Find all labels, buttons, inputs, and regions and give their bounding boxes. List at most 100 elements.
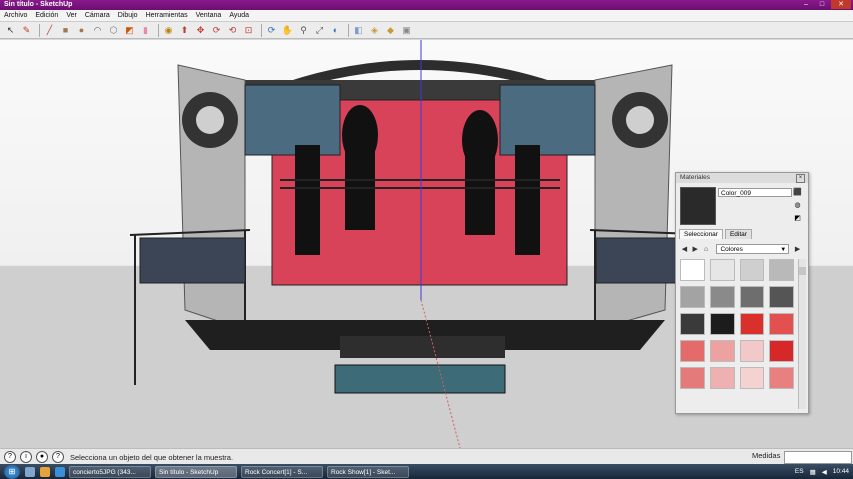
sample-paint-icon[interactable]: ◩ xyxy=(793,214,802,223)
maximize-button[interactable]: □ xyxy=(815,0,829,9)
material-swatch[interactable] xyxy=(739,286,765,308)
start-button[interactable]: ⊞ xyxy=(4,464,20,479)
rotate-tool-icon[interactable]: ⟳ xyxy=(210,24,223,37)
paint-bucket-tool-icon[interactable]: ◩ xyxy=(123,24,136,37)
home-icon[interactable]: ⌂ xyxy=(702,245,711,254)
zoom-tool-icon[interactable]: ⚲ xyxy=(297,24,310,37)
forward-icon[interactable]: ▶ xyxy=(691,245,700,254)
taskbar-item-2[interactable]: Rock Concert[1] - S... xyxy=(241,465,323,478)
material-swatch[interactable] xyxy=(769,259,794,281)
tab-editar[interactable]: Editar xyxy=(724,229,752,239)
material-swatch[interactable] xyxy=(769,313,794,335)
menu-dibujo[interactable]: Dibujo xyxy=(114,12,142,19)
layout-tool-icon[interactable]: ▣ xyxy=(400,24,413,37)
material-swatch[interactable] xyxy=(739,340,765,362)
status-message: Selecciona un objeto del que obtener la … xyxy=(70,452,234,462)
create-material-icon[interactable]: ⬛ xyxy=(793,188,802,197)
toolbar-separator xyxy=(348,23,349,37)
material-swatch[interactable] xyxy=(680,286,705,308)
material-swatch[interactable] xyxy=(709,313,735,335)
minimize-button[interactable]: – xyxy=(799,0,813,9)
left-side-screen xyxy=(139,237,246,284)
material-swatch[interactable] xyxy=(769,286,794,308)
tape-measure-tool-icon[interactable]: ◉ xyxy=(162,24,175,37)
menu-herramientas[interactable]: Herramientas xyxy=(142,12,192,19)
quicklaunch-explorer-icon[interactable] xyxy=(25,466,35,477)
measures-label: Medidas xyxy=(752,451,781,460)
material-swatch[interactable] xyxy=(709,340,735,362)
material-swatch[interactable] xyxy=(680,340,705,362)
line-tool-icon[interactable]: ╱ xyxy=(43,24,56,37)
rectangle-tool-icon[interactable]: ■ xyxy=(59,24,72,37)
select-tool-icon[interactable]: ↖ xyxy=(4,24,17,37)
scrollbar-thumb[interactable] xyxy=(799,267,806,275)
network-icon[interactable]: ▦ xyxy=(810,468,816,476)
material-swatch[interactable] xyxy=(739,259,765,281)
material-swatch[interactable] xyxy=(769,367,794,389)
quicklaunch-browser-icon[interactable] xyxy=(55,466,65,477)
push-pull-tool-icon[interactable]: ⬆ xyxy=(178,24,191,37)
quicklaunch-media-icon[interactable] xyxy=(40,466,50,477)
eraser-block-tool-icon[interactable]: ▮ xyxy=(139,24,152,37)
main-toolbar: ↖ ✎ ╱ ■ ● ◠ ⬡ ◩ ▮ ◉ ⬆ ✥ ⟳ ⟲ ⊡ ⟳ ✋ ⚲ ⤢ ◐ ◧ ◈ ◆ ▣ xyxy=(0,22,853,39)
menu-archivo[interactable]: Archivo xyxy=(0,12,31,19)
stage-riser xyxy=(340,336,505,358)
materials-title-label: Materiales xyxy=(680,174,710,181)
collection-select-value: Colores xyxy=(720,246,743,253)
taskbar-item-3[interactable]: Rock Show[1] - Sket... xyxy=(327,465,409,478)
tab-seleccionar[interactable]: Seleccionar xyxy=(679,229,723,239)
toolbar-separator xyxy=(39,23,40,37)
material-side-icons: ⬛ ◍ ◩ xyxy=(793,188,804,227)
menu-edicion[interactable]: Edición xyxy=(31,12,62,19)
measures-input[interactable] xyxy=(784,451,852,464)
menu-ventana[interactable]: Ventana xyxy=(192,12,226,19)
move-tool-icon[interactable]: ✥ xyxy=(194,24,207,37)
material-swatch[interactable] xyxy=(680,313,705,335)
user-icon[interactable]: ● xyxy=(36,451,48,463)
taskbar-item-0[interactable]: concierto5JPG (343... xyxy=(69,465,151,478)
credits-icon[interactable]: i xyxy=(20,451,32,463)
polygon-tool-icon[interactable]: ⬡ xyxy=(107,24,120,37)
menu-ayuda[interactable]: Ayuda xyxy=(225,12,253,19)
material-swatch[interactable] xyxy=(709,286,735,308)
menu-ver[interactable]: Ver xyxy=(62,12,81,19)
pan-tool-icon[interactable]: ✋ xyxy=(281,24,294,37)
circle-tool-icon[interactable]: ● xyxy=(75,24,88,37)
eraser-tool-icon[interactable]: ✎ xyxy=(20,24,33,37)
arc-tool-icon[interactable]: ◠ xyxy=(91,24,104,37)
follow-me-tool-icon[interactable]: ⟲ xyxy=(226,24,239,37)
default-material-icon[interactable]: ◍ xyxy=(793,201,802,210)
volume-icon[interactable]: ◀ xyxy=(822,468,827,476)
collection-select[interactable]: Colores ▼ xyxy=(716,244,790,254)
share-tool-icon[interactable]: ◆ xyxy=(384,24,397,37)
warehouse-tool-icon[interactable]: ◧ xyxy=(352,24,365,37)
swatch-scrollbar[interactable] xyxy=(798,259,806,409)
back-icon[interactable]: ◀ xyxy=(680,245,689,254)
material-swatch[interactable] xyxy=(739,367,765,389)
clock[interactable]: 10:44 xyxy=(833,468,849,475)
material-swatch[interactable] xyxy=(680,259,705,281)
previous-view-tool-icon[interactable]: ◐ xyxy=(329,24,342,37)
taskbar-item-1[interactable]: Sin título - SketchUp xyxy=(155,465,237,478)
components-tool-icon[interactable]: ◈ xyxy=(368,24,381,37)
info-icon[interactable]: ? xyxy=(4,451,16,463)
help-icon[interactable]: ? xyxy=(52,451,64,463)
orbit-tool-icon[interactable]: ⟳ xyxy=(265,24,278,37)
details-arrow-icon[interactable]: ▶ xyxy=(793,245,802,254)
offset-tool-icon[interactable]: ⊡ xyxy=(242,24,255,37)
material-swatch[interactable] xyxy=(769,340,794,362)
system-tray: ES ▦ ◀ 10:44 xyxy=(789,464,849,479)
close-button[interactable]: ✕ xyxy=(831,0,851,9)
close-icon[interactable]: × xyxy=(796,174,805,183)
zoom-extents-tool-icon[interactable]: ⤢ xyxy=(313,24,326,37)
material-swatch[interactable] xyxy=(709,259,735,281)
model-viewport[interactable]: Materiales × Color_009 ⬛ ◍ ◩ Seleccionar… xyxy=(0,40,853,448)
menu-camara[interactable]: Cámara xyxy=(81,12,114,19)
material-swatch[interactable] xyxy=(739,313,765,335)
material-swatch[interactable] xyxy=(709,367,735,389)
material-name-field[interactable]: Color_009 xyxy=(718,188,792,197)
language-indicator[interactable]: ES xyxy=(795,468,804,475)
window-controls: – □ ✕ xyxy=(797,0,851,9)
status-bar: ? i ● ? Selecciona un objeto del que obt… xyxy=(0,448,853,465)
material-swatch[interactable] xyxy=(680,367,705,389)
